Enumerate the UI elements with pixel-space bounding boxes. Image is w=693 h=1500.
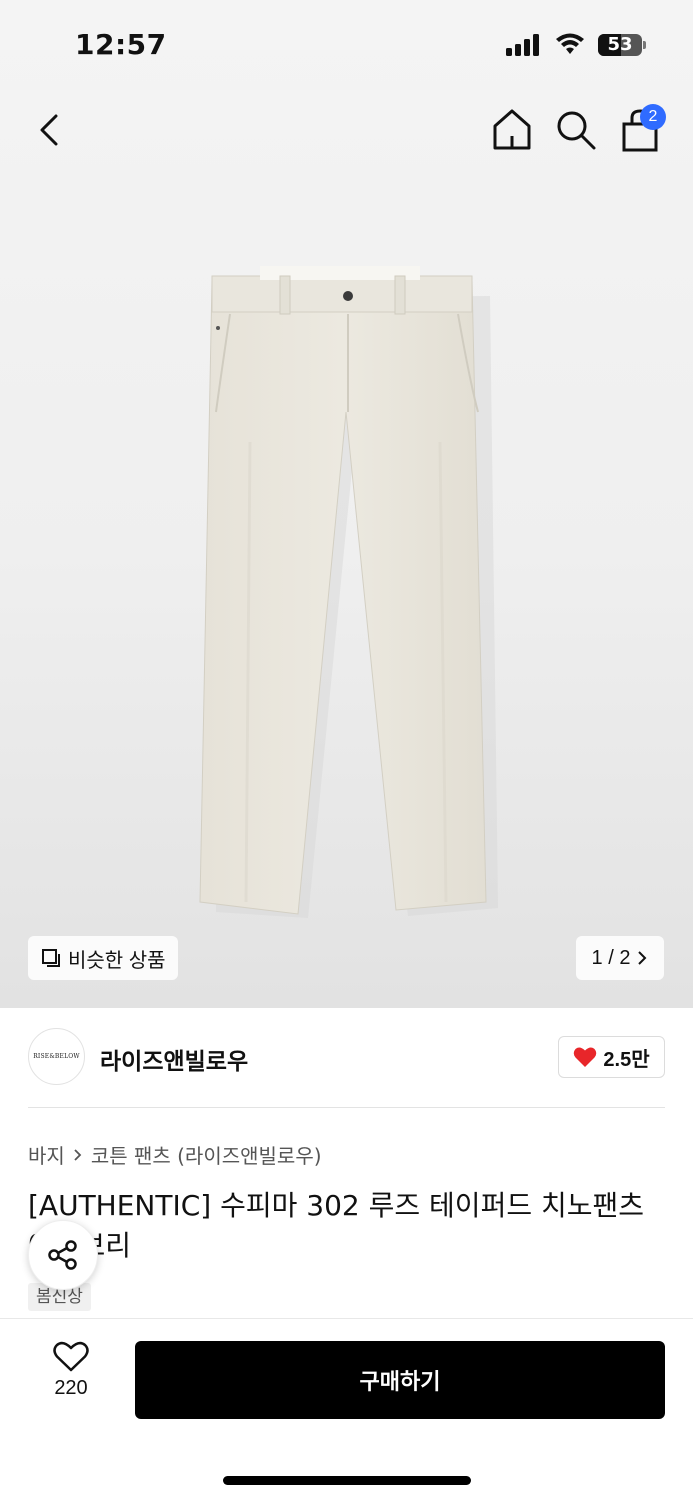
signal-icon [506, 34, 542, 56]
buy-button[interactable]: 구매하기 [135, 1341, 665, 1419]
brand-like-count: 2.5만 [603, 1048, 650, 1071]
battery-level: 53 [607, 34, 633, 55]
wifi-icon [556, 33, 584, 54]
similar-products-label: 비슷한 상품 [68, 949, 166, 972]
divider [28, 1107, 665, 1108]
search-icon [557, 111, 596, 150]
status-time: 12:57 [75, 28, 167, 61]
chevron-right-icon [74, 1148, 82, 1161]
wishlist-count: 220 [54, 1377, 88, 1399]
brand-name[interactable]: 라이즈앤빌로우 [100, 1042, 248, 1076]
cart-button[interactable]: 2 [618, 104, 666, 154]
bottom-action-bar: 220 구매하기 [0, 1318, 693, 1500]
breadcrumb: 바지 코튼 팬츠 (라이즈앤빌로우) [28, 1140, 322, 1169]
home-indicator [223, 1476, 471, 1485]
breadcrumb-subcategory[interactable]: 코튼 팬츠 (라이즈앤빌로우) [91, 1140, 322, 1169]
product-title: [AUTHENTIC] 수피마 302 루즈 테이퍼드 치노팬츠 아이보리 [28, 1189, 645, 1262]
battery-tip [643, 41, 646, 49]
product-image[interactable] [190, 262, 500, 932]
share-icon [48, 1240, 77, 1270]
heart-filled-icon [574, 1047, 597, 1067]
brand-row: RISE&BELOW 라이즈앤빌로우 2.5만 [28, 1028, 665, 1086]
brand-like-button[interactable]: 2.5만 [558, 1036, 665, 1078]
cart-count-badge: 2 [640, 104, 666, 130]
home-icon [493, 109, 531, 150]
battery-icon: 53 [598, 34, 642, 56]
search-button[interactable] [554, 106, 598, 154]
heart-outline-icon [53, 1341, 89, 1372]
image-pager-button[interactable]: 1 / 2 [576, 936, 664, 980]
back-icon [40, 114, 58, 146]
back-button[interactable] [28, 108, 72, 152]
chevron-right-icon [638, 951, 647, 965]
similar-products-button[interactable]: 비슷한 상품 [28, 936, 178, 980]
brand-logo-text: RISE&BELOW [33, 1053, 80, 1060]
wishlist-button[interactable]: 220 [36, 1341, 106, 1413]
image-pager-label: 1 / 2 [591, 946, 631, 969]
status-bar: 12:57 53 [0, 0, 693, 90]
brand-logo[interactable]: RISE&BELOW [28, 1028, 85, 1085]
breadcrumb-category[interactable]: 바지 [28, 1140, 65, 1169]
copy-icon [42, 949, 60, 967]
product-image-area[interactable]: 12:57 53 2 비슷한 상품 1 / 2 [0, 0, 693, 1008]
home-button[interactable] [490, 106, 534, 154]
share-button[interactable] [28, 1220, 98, 1290]
